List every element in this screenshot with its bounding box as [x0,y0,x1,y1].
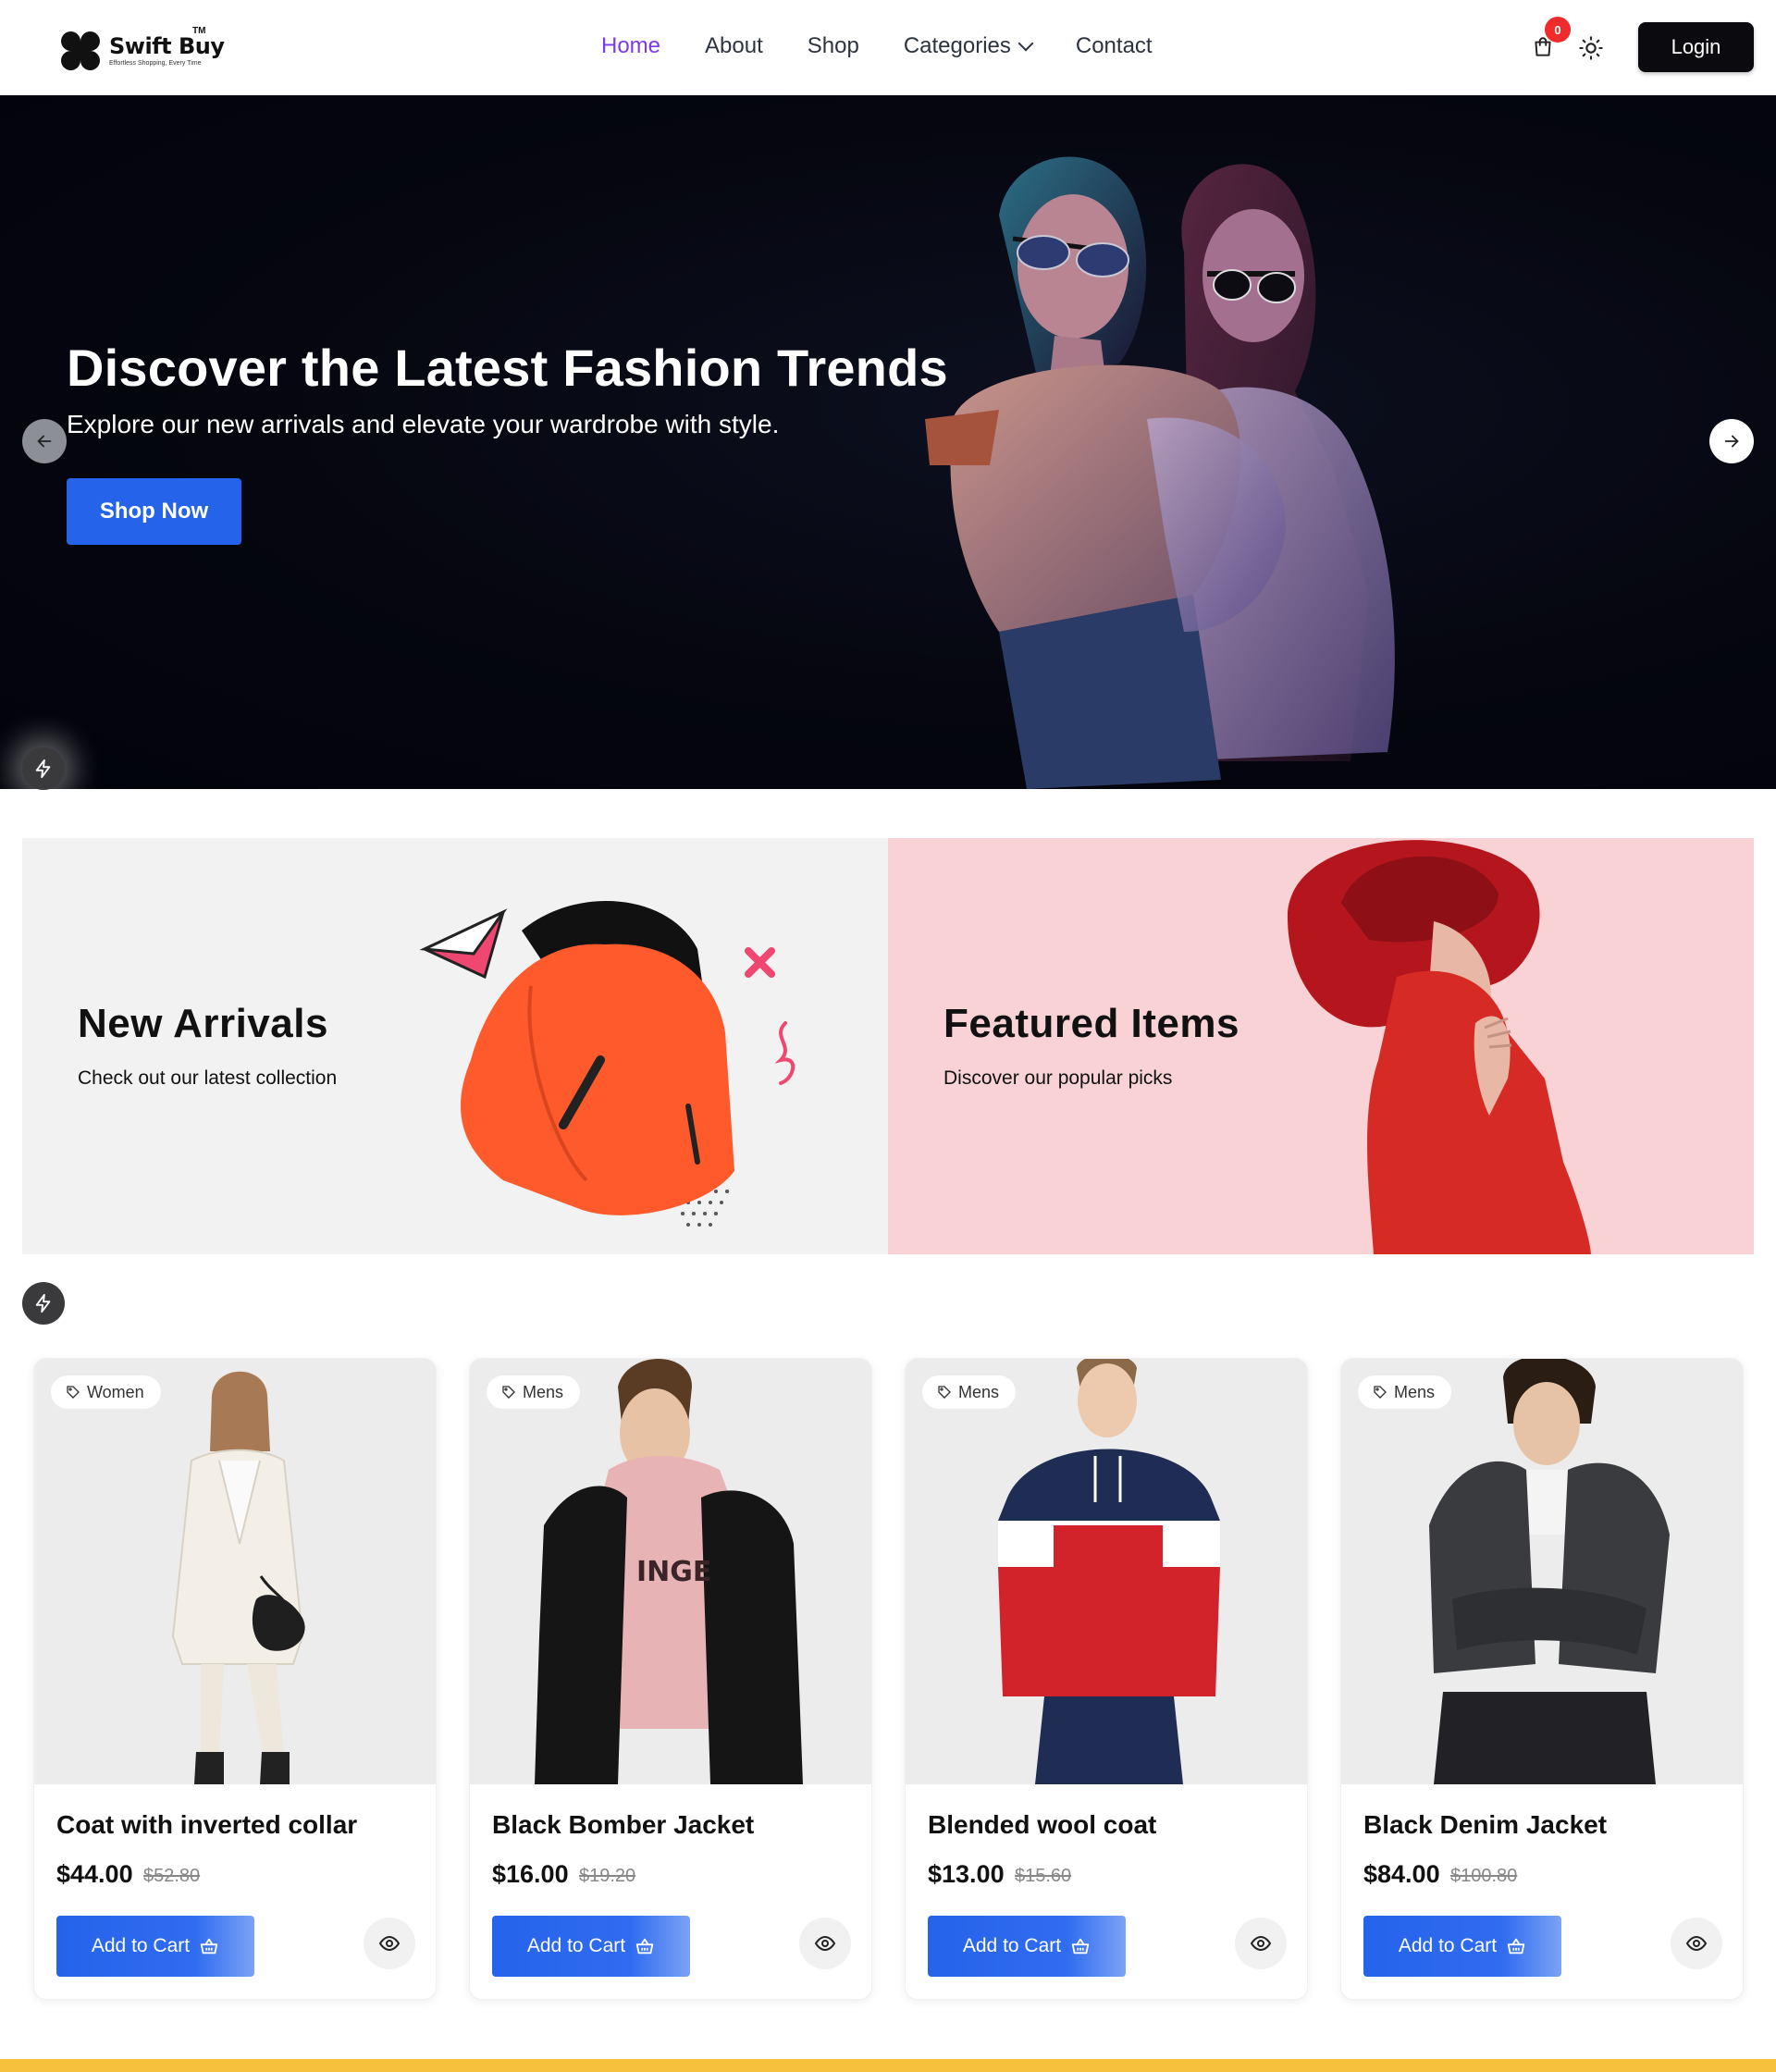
logo-text: Swift Buy TM Effortless Shopping, Every … [109,26,225,67]
add-to-cart-button[interactable]: Add to Cart [1363,1916,1561,1977]
product-card[interactable]: Mens Blended wool coat $13.00 $15.60 Add… [905,1358,1308,2000]
product-image[interactable]: Mens [906,1359,1307,1784]
product-price: $16.00 [492,1860,569,1888]
product-old-price: $100.80 [1450,1866,1518,1886]
site-header: Swift Buy TM Effortless Shopping, Every … [0,0,1776,95]
product-image[interactable]: Women [34,1359,436,1784]
promo-hoodie-image [419,900,796,1227]
basket-icon [635,1938,654,1955]
category-label: Mens [1394,1382,1436,1401]
product-price: $13.00 [928,1860,1005,1888]
chevron-down-icon [1018,35,1034,52]
nav-shop[interactable]: Shop [808,33,859,59]
basket-icon [200,1938,218,1955]
promo-title: New Arrivals [78,1001,328,1046]
product-old-price: $15.60 [1015,1866,1072,1886]
main-nav: Home About Shop Categories Contact [601,33,1153,59]
product-name[interactable]: Black Bomber Jacket [492,1810,754,1840]
sun-icon [1579,36,1603,60]
nav-contact[interactable]: Contact [1076,33,1153,59]
nav-categories[interactable]: Categories [903,33,1034,59]
carousel-prev-button[interactable] [22,419,67,463]
hero-banner: Discover the Latest Fashion Trends Explo… [0,95,1776,789]
lightning-icon [35,1293,51,1314]
arrow-right-icon [1724,435,1739,448]
product-name[interactable]: Black Denim Jacket [1363,1810,1607,1840]
product-image[interactable]: INGE Mens [470,1359,871,1784]
login-button[interactable]: Login [1638,22,1754,72]
logo-tagline: Effortless Shopping, Every Time [109,60,202,67]
quick-action-button-2[interactable] [22,1282,65,1325]
product-image[interactable]: Mens [1341,1359,1743,1784]
product-card[interactable]: Mens Black Denim Jacket $84.00 $100.80 A… [1340,1358,1744,2000]
logo-trademark: TM [192,26,206,36]
promo-woman-image [1287,840,1591,1254]
product-card[interactable]: INGE Mens Black Bomber Jacket $16.00 $19… [469,1358,872,2000]
add-to-cart-button[interactable]: Add to Cart [492,1916,690,1977]
product-name[interactable]: Coat with inverted collar [56,1810,357,1840]
add-to-cart-label: Add to Cart [962,1935,1062,1956]
promo-title: Featured Items [944,1001,1240,1046]
category-tag: Women [51,1375,161,1409]
nav-about[interactable]: About [705,33,763,59]
product-old-price: $52.80 [143,1866,201,1886]
promo-subtitle: Check out our latest collection [78,1067,338,1089]
product-old-price: $19.20 [579,1866,636,1886]
add-to-cart-label: Add to Cart [526,1935,626,1956]
category-label: Mens [523,1382,564,1401]
logo-mark-icon [61,31,100,70]
add-to-cart-button[interactable]: Add to Cart [928,1916,1126,1977]
category-tag: Mens [1358,1375,1452,1409]
hero-image [925,156,1395,789]
product-photo-hoodie [906,1359,1307,1784]
shop-now-button[interactable]: Shop Now [67,478,241,545]
tag-icon [1374,1386,1387,1399]
svg-text:INGE: INGE [636,1556,711,1588]
quick-view-button[interactable] [364,1918,415,1969]
hero-title: Discover the Latest Fashion Trends [67,339,948,397]
product-price: $84.00 [1363,1860,1440,1888]
category-tag: Mens [922,1375,1017,1409]
eye-icon [1685,1935,1708,1952]
next-section-banner [0,2059,1776,2072]
logo-name: Swift Buy [109,33,225,59]
product-name[interactable]: Blended wool coat [928,1810,1156,1840]
logo[interactable]: Swift Buy TM Effortless Shopping, Every … [61,26,225,70]
tag-icon [938,1386,951,1399]
product-photo-coat [34,1359,436,1784]
hero-subtitle: Explore our new arrivals and elevate you… [67,410,780,438]
carousel-next-button[interactable] [1709,419,1754,463]
category-tag: Mens [487,1375,581,1409]
quick-view-button[interactable] [799,1918,851,1969]
nav-categories-label: Categories [903,33,1011,58]
eye-icon [814,1935,836,1952]
eye-icon [378,1935,401,1952]
add-to-cart-label: Add to Cart [1398,1935,1498,1956]
product-photo-denim [1341,1359,1743,1784]
product-card[interactable]: Women Coat with inverted collar $44.00 $… [33,1358,437,2000]
add-to-cart-button[interactable]: Add to Cart [56,1916,254,1977]
theme-toggle[interactable] [1578,35,1604,61]
product-price: $44.00 [56,1860,133,1888]
tag-icon [502,1386,515,1399]
add-to-cart-label: Add to Cart [91,1935,191,1956]
cart-count-badge: 0 [1545,17,1571,43]
category-label: Women [87,1382,144,1401]
tag-icon [67,1386,80,1399]
eye-icon [1250,1935,1272,1952]
product-photo-bomber: INGE [470,1359,871,1784]
basket-icon [1071,1938,1090,1955]
lightning-icon [35,758,51,779]
promo-new-arrivals[interactable]: New Arrivals Check out our latest collec… [22,838,888,1254]
nav-home[interactable]: Home [601,33,660,59]
quick-view-button[interactable] [1671,1918,1722,1969]
quick-action-button[interactable] [22,747,65,790]
basket-icon [1507,1938,1525,1955]
promo-subtitle: Discover our popular picks [944,1067,1173,1089]
category-label: Mens [958,1382,1000,1401]
arrow-left-icon [37,435,52,448]
promo-featured-items[interactable]: Featured Items Discover our popular pick… [888,838,1754,1254]
quick-view-button[interactable] [1235,1918,1287,1969]
